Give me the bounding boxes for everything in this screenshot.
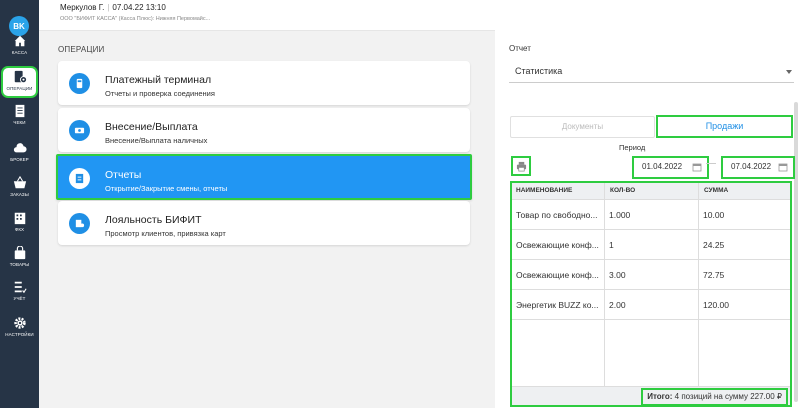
operations-icon [14,70,27,84]
sidebar-item-goods[interactable]: ТОВАРЫ [1,246,38,276]
report-type-value: Статистика [515,66,563,76]
checklist-icon [14,281,27,294]
cell-sum: 24.25 [703,240,725,250]
basket-icon [13,176,26,189]
date-separator [706,163,716,164]
report-panel: Отчет Статистика Документы Продажи Перио… [495,30,800,408]
receipt-icon [15,104,24,118]
column-header-qty[interactable]: КОЛ-ВО [610,187,635,194]
report-label: Отчет [509,44,531,53]
bag-icon [14,246,25,260]
sidebar-item-label: УЧЁТ [13,296,26,301]
cell-qty: 1 [609,240,614,250]
sidebar-item-accounting[interactable]: УЧЁТ [1,280,38,310]
sidebar-item-orders[interactable]: ЗАКАЗЫ [1,176,38,206]
organization-name: ООО "БИФИТ КАССА" (Касса Плюс): Нижняя П… [60,16,211,22]
card-subtitle: Внесение/Выплата наличных [105,136,208,145]
printer-icon [516,161,526,171]
user-info: Меркулов Г. | 07.04.22 13:10 [60,3,166,12]
datetime: 07.04.22 13:10 [112,3,166,12]
sidebar-item-broker[interactable]: БРОКЕР [1,141,38,171]
total-value: 4 позиций на сумму 227.00 ₽ [674,392,782,401]
sidebar-item-label: КАССА [11,50,28,55]
tab-sales[interactable]: Продажи [656,115,793,138]
cloud-icon [13,143,27,153]
sidebar-item-fkh[interactable]: ФКХ [1,211,38,241]
cell-sum: 120.00 [703,300,729,310]
card-title: Лояльность БИФИТ [105,214,202,226]
table-row[interactable]: Товар по свободно... 1.000 10.00 [512,200,790,230]
building-icon [14,212,25,225]
top-header: Меркулов Г. | 07.04.22 13:10 ООО "БИФИТ КА… [39,0,800,31]
section-title: ОПЕРАЦИИ [58,45,105,54]
home-icon [14,35,25,47]
date-to-input[interactable]: 07.04.2022 [721,156,795,179]
total-summary: Итого: 4 позиций на сумму 227.00 ₽ [641,388,788,406]
sidebar-item-kassa[interactable]: КАССА [1,34,38,64]
report-type-select[interactable]: Статистика [509,64,794,83]
sidebar-item-operations[interactable]: ОПЕРАЦИИ [1,66,38,98]
column-header-name[interactable]: НАИМЕНОВАНИЕ [516,187,572,194]
table-row[interactable]: Освежающие конф... 3.00 72.75 [512,260,790,290]
sales-table: НАИМЕНОВАНИЕ КОЛ-ВО СУММА Товар по свобо… [510,181,792,407]
card-cash-in-out[interactable]: Внесение/Выплата Внесение/Выплата наличн… [58,108,470,152]
sidebar-item-label: ФКХ [14,227,25,232]
sidebar-item-receipts[interactable]: ЧЕКИ [1,104,38,134]
sidebar-item-label: БРОКЕР [10,157,29,162]
card-loyalty[interactable]: Лояльность БИФИТ Просмотр клиентов, прив… [58,201,470,245]
cell-qty: 3.00 [609,270,626,280]
cell-qty: 1.000 [609,210,631,220]
terminal-icon [69,73,90,94]
sidebar-item-label: ЧЕКИ [13,120,26,125]
sidebar-item-label: НАСТРОЙКИ [5,332,34,337]
card-payment-terminal[interactable]: Платежный терминал Отчеты и проверка сое… [58,61,470,105]
gear-icon [13,317,26,329]
print-button[interactable] [511,156,531,176]
chevron-down-icon [786,70,792,74]
loyalty-icon [69,213,90,234]
cash-icon [69,120,90,141]
table-footer: Итого: 4 позиций на сумму 227.00 ₽ [512,386,790,406]
table-row[interactable]: Освежающие конф... 1 24.25 [512,230,790,260]
scrollbar[interactable] [794,102,798,402]
card-subtitle: Открытие/Закрытие смены, отчеты [105,184,228,193]
period-label: Период [619,143,646,152]
avatar[interactable]: BK [9,16,29,36]
column-header-sum[interactable]: СУММА [704,187,728,194]
cell-sum: 72.75 [703,270,725,280]
cell-qty: 2.00 [609,300,626,310]
date-from-value: 01.04.2022 [642,162,683,171]
card-subtitle: Просмотр клиентов, привязка карт [105,229,226,238]
cell-sum: 10.00 [703,210,725,220]
cell-name: Товар по свободно... [516,210,598,220]
card-title: Отчеты [105,169,142,181]
cell-name: Энергетик BUZZ ко... [516,300,599,310]
sidebar-item-label: ОПЕРАЦИИ [6,86,33,91]
card-title: Платежный терминал [105,74,212,86]
sidebar-item-label: ЗАКАЗЫ [10,192,29,197]
cell-name: Освежающие конф... [516,240,599,250]
calendar-icon [692,163,702,172]
card-subtitle: Отчеты и проверка соединения [105,89,215,98]
card-reports[interactable]: Отчеты Открытие/Закрытие смены, отчеты [56,154,472,200]
sidebar: BK КАССА ОПЕРАЦИИ ЧЕКИ БРОКЕР ЗАКАЗЫ ФКХ… [0,0,39,408]
table-header: НАИМЕНОВАНИЕ КОЛ-ВО СУММА [512,183,790,200]
tab-documents[interactable]: Документы [510,116,655,138]
sidebar-item-settings[interactable]: НАСТРОЙКИ [1,316,38,346]
date-to-value: 07.04.2022 [731,162,772,171]
card-title: Внесение/Выплата [105,121,198,133]
total-label: Итого: [647,392,673,401]
user-name: Меркулов Г. [60,3,105,12]
cell-name: Освежающие конф... [516,270,599,280]
table-row[interactable]: Энергетик BUZZ ко... 2.00 120.00 [512,290,790,320]
report-icon [69,168,90,189]
sidebar-item-label: ТОВАРЫ [9,262,30,267]
calendar-icon [778,163,788,172]
date-from-input[interactable]: 01.04.2022 [632,156,709,179]
